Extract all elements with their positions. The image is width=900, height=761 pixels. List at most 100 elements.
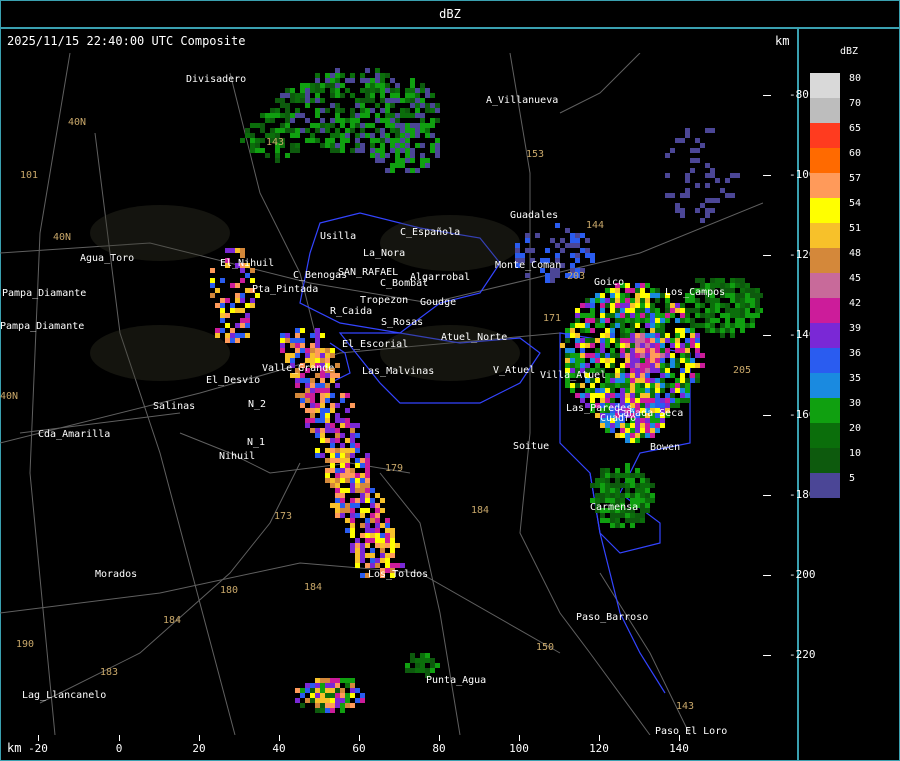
echo-pixel	[590, 253, 595, 258]
echo-pixel	[620, 303, 625, 308]
echo-pixel	[595, 388, 600, 393]
echo-pixel	[370, 143, 375, 148]
echo-pixel	[330, 403, 335, 408]
echo-pixel	[615, 393, 620, 398]
echo-pixel	[735, 278, 740, 283]
echo-pixel	[310, 133, 315, 138]
echo-pixel	[355, 503, 360, 508]
echo-pixel	[425, 653, 430, 658]
echo-pixel	[645, 368, 650, 373]
echo-pixel	[330, 708, 335, 713]
echo-pixel	[305, 423, 310, 428]
echo-pixel	[630, 378, 635, 383]
echo-pixel	[350, 118, 355, 123]
echo-pixel	[360, 478, 365, 483]
echo-pixel	[285, 353, 290, 358]
echo-pixel	[385, 133, 390, 138]
echo-pixel	[660, 318, 665, 323]
echo-pixel	[335, 148, 340, 153]
echo-pixel	[365, 563, 370, 568]
echo-pixel	[395, 153, 400, 158]
echo-pixel	[425, 123, 430, 128]
echo-pixel	[365, 498, 370, 503]
echo-pixel	[610, 513, 615, 518]
echo-pixel	[640, 478, 645, 483]
echo-pixel	[350, 438, 355, 443]
echo-pixel	[720, 313, 725, 318]
echo-pixel	[660, 368, 665, 373]
echo-pixel	[585, 323, 590, 328]
echo-pixel	[745, 308, 750, 313]
echo-pixel	[615, 433, 620, 438]
echo-pixel	[625, 333, 630, 338]
place-label: S_Rosas	[381, 317, 423, 328]
echo-pixel	[600, 393, 605, 398]
echo-pixel	[340, 688, 345, 693]
echo-pixel	[685, 328, 690, 333]
echo-pixel	[415, 98, 420, 103]
legend-label: 48	[849, 248, 862, 259]
echo-pixel	[385, 73, 390, 78]
echo-pixel	[635, 488, 640, 493]
echo-pixel	[365, 553, 370, 558]
echo-pixel	[335, 703, 340, 708]
echo-pixel	[685, 173, 690, 178]
legend-label: 60	[849, 148, 862, 159]
echo-pixel	[740, 288, 745, 293]
echo-pixel	[625, 433, 630, 438]
echo-pixel	[600, 353, 605, 358]
echo-pixel	[395, 118, 400, 123]
road-line	[0, 562, 561, 654]
echo-pixel	[735, 323, 740, 328]
echo-pixel	[550, 238, 555, 243]
echo-pixel	[375, 73, 380, 78]
echo-pixel	[630, 478, 635, 483]
echo-pixel	[590, 298, 595, 303]
echo-pixel	[695, 308, 700, 313]
echo-pixel	[585, 328, 590, 333]
place-label: El_Escorial	[342, 339, 408, 350]
echo-pixel	[345, 138, 350, 143]
echo-pixel	[735, 173, 740, 178]
echo-pixel	[575, 233, 580, 238]
echo-pixel	[705, 198, 710, 203]
echo-pixel	[705, 173, 710, 178]
echo-pixel	[600, 303, 605, 308]
road-label: 40N	[0, 391, 18, 402]
echo-pixel	[655, 353, 660, 358]
echo-pixel	[735, 313, 740, 318]
echo-pixel	[730, 313, 735, 318]
echo-pixel	[340, 133, 345, 138]
echo-pixel	[250, 143, 255, 148]
x-tick-label: 140	[669, 742, 689, 755]
echo-pixel	[315, 343, 320, 348]
echo-pixel	[600, 473, 605, 478]
echo-pixel	[590, 308, 595, 313]
echo-pixel	[615, 383, 620, 388]
echo-pixel	[610, 488, 615, 493]
echo-pixel	[365, 68, 370, 73]
echo-pixel	[300, 398, 305, 403]
echo-pixel	[600, 338, 605, 343]
echo-pixel	[290, 118, 295, 123]
echo-pixel	[635, 398, 640, 403]
echo-pixel	[375, 508, 380, 513]
echo-pixel	[275, 98, 280, 103]
echo-pixel	[625, 353, 630, 358]
echo-pixel	[350, 523, 355, 528]
echo-pixel	[330, 143, 335, 148]
echo-pixel	[700, 323, 705, 328]
echo-pixel	[340, 398, 345, 403]
echo-pixel	[410, 668, 415, 673]
echo-pixel	[515, 253, 520, 258]
radar-map[interactable]: Divisadero A_Villanueva Agua_Toro Pampa_Dia…	[0, 53, 763, 735]
echo-pixel	[280, 103, 285, 108]
echo-pixel	[315, 693, 320, 698]
echo-pixel	[410, 113, 415, 118]
echo-pixel	[320, 403, 325, 408]
echo-pixel	[670, 343, 675, 348]
echo-pixel	[345, 448, 350, 453]
echo-pixel	[630, 483, 635, 488]
echo-pixel	[235, 248, 240, 253]
legend-label: 65	[849, 123, 862, 134]
